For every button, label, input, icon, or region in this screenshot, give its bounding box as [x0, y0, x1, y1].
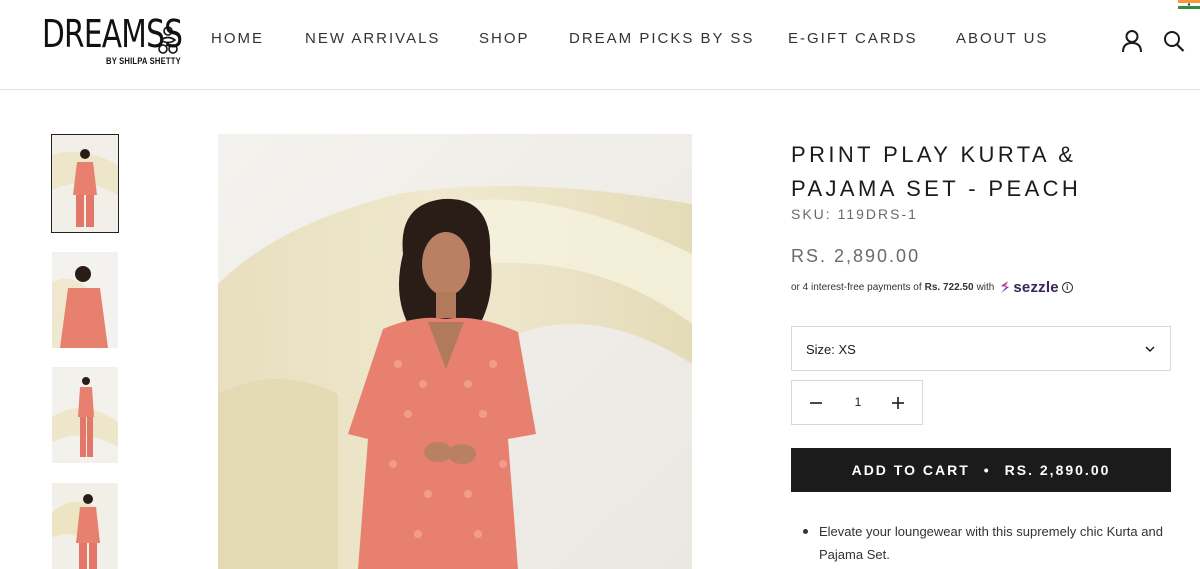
product-thumbnail-2[interactable] — [52, 252, 118, 348]
minus-icon[interactable] — [808, 395, 824, 411]
brand-logo[interactable]: DREAMSS BY SHILPA SHETTY — [42, 12, 183, 70]
user-icon[interactable] — [1121, 29, 1143, 53]
product-thumbnail-1[interactable] — [51, 134, 119, 233]
plus-icon[interactable] — [890, 395, 906, 411]
add-to-cart-label: ADD TO CART — [851, 462, 970, 478]
nav-item-about-us[interactable]: ABOUT US — [956, 30, 1048, 47]
thumbnail-image — [52, 252, 118, 348]
bullet-dot — [803, 529, 808, 534]
installments-prefix: or 4 interest-free payments of — [791, 281, 922, 293]
product-sku: SKU: 119DRS-1 — [791, 206, 918, 222]
main-product-image[interactable] — [218, 134, 692, 569]
chevron-down-icon — [1145, 346, 1155, 353]
add-to-cart-button[interactable]: ADD TO CART • RS. 2,890.00 — [791, 448, 1171, 492]
info-icon[interactable]: i — [1061, 281, 1073, 293]
nav-item-new-arrivals[interactable]: NEW ARRIVALS — [305, 30, 440, 47]
quantity-stepper: 1 — [791, 380, 923, 425]
thumbnail-image — [52, 483, 118, 569]
logo-mark-icon — [158, 26, 178, 54]
search-icon[interactable] — [1163, 29, 1185, 53]
sezzle-icon — [1001, 281, 1010, 293]
product-price: RS. 2,890.00 — [791, 246, 921, 266]
quantity-value[interactable]: 1 — [838, 395, 878, 409]
product-thumbnail-3[interactable] — [52, 367, 118, 463]
product-thumbnail-4[interactable] — [52, 483, 118, 569]
add-to-cart-price: RS. 2,890.00 — [1004, 462, 1111, 478]
thumbnail-image — [52, 135, 118, 232]
nav-item-shop[interactable]: SHOP — [479, 30, 530, 47]
installments-amount: Rs. 722.50 — [924, 281, 974, 293]
nav-item-e-gift-cards[interactable]: E-GIFT CARDS — [788, 30, 918, 47]
product-title: PRINT PLAY KURTA & PAJAMA SET - PEACH — [791, 142, 1082, 201]
logo-tagline: BY SHILPA SHETTY — [106, 56, 181, 66]
nav-item-home[interactable]: HOME — [211, 30, 264, 47]
thumbnail-image — [52, 367, 118, 463]
installments-note: or 4 interest-free payments of Rs. 722.5… — [791, 278, 1073, 296]
add-to-cart-separator: • — [983, 462, 991, 478]
product-photo — [218, 134, 692, 569]
sezzle-wordmark: sezzle — [1013, 278, 1059, 296]
description-item: Elevate your loungewear with this suprem… — [819, 524, 1163, 562]
product-description: Elevate your loungewear with this suprem… — [803, 520, 1163, 566]
size-select-value: Size: XS — [806, 342, 856, 357]
india-flag-icon[interactable] — [1178, 0, 1200, 9]
site-header: DREAMSS BY SHILPA SHETTY HOME NEW ARRIVA… — [0, 0, 1200, 90]
size-select[interactable]: Size: XS — [791, 326, 1171, 371]
installments-suffix: with — [976, 281, 995, 293]
nav-item-dream-picks[interactable]: DREAM PICKS BY SS — [569, 30, 754, 47]
sezzle-logo[interactable]: sezzle — [998, 278, 1059, 296]
